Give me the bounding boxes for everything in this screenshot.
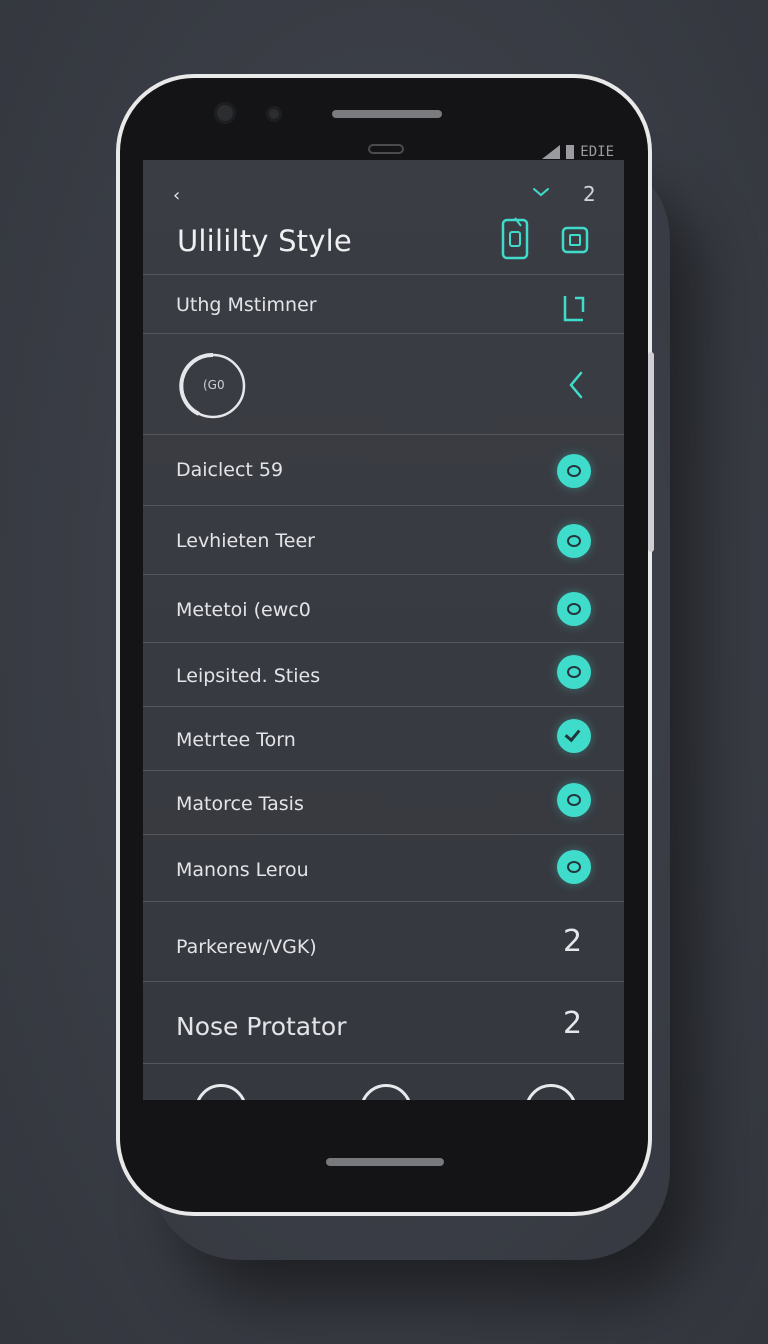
list-item-label: Leipsited. Sties (176, 665, 321, 687)
status-text: EDIE (580, 144, 614, 160)
battery-icon (566, 145, 575, 159)
list-item-value: 2 (563, 924, 583, 959)
list-item[interactable]: Leipsited. Sties (143, 643, 624, 707)
list-item[interactable]: Metetoi (ewc0 (143, 575, 624, 643)
list-item[interactable]: Daiclect 59 (143, 435, 624, 506)
app-header: ‹ 2 Ulililty Style (143, 160, 624, 275)
app-screen: ‹ 2 Ulililty Style Uthg Mstimner (G0 Dai… (143, 160, 624, 1100)
list-item-label: Matorce Tasis (176, 793, 304, 815)
list-item-label: Parkerew/VGK) (176, 936, 317, 958)
proximity-sensor-icon (266, 106, 282, 122)
list-item-label: Manons Lerou (176, 859, 309, 881)
nav-button-center[interactable] (360, 1084, 412, 1100)
list-item[interactable]: Nose Protator 2 (143, 982, 624, 1064)
signal-icon (542, 145, 561, 159)
list-item[interactable]: Manons Lerou (143, 835, 624, 902)
toggle-button[interactable] (557, 655, 591, 689)
list-item-label: Levhieten Teer (176, 530, 315, 552)
list-item-label: Nose Protator (176, 1012, 347, 1041)
nav-button-left[interactable] (195, 1084, 247, 1100)
list-item-label: Uthg Mstimner (176, 294, 317, 316)
toggle-button[interactable] (557, 592, 591, 626)
list-item[interactable]: Levhieten Teer (143, 506, 624, 575)
toggle-button[interactable] (557, 783, 591, 817)
page-title: Ulililty Style (177, 224, 352, 258)
list-item-label: Metrtee Torn (176, 729, 296, 751)
list-item[interactable]: Uthg Mstimner (143, 274, 624, 334)
side-button[interactable] (648, 352, 654, 552)
list-item-value: 2 (563, 1006, 583, 1041)
list-item-dial[interactable]: (G0 (143, 334, 624, 435)
status-bar: EDIE (542, 144, 614, 160)
toggle-button-checked[interactable] (557, 719, 591, 753)
device-icon[interactable] (501, 216, 529, 260)
toggle-button[interactable] (557, 524, 591, 558)
list-item-label: Daiclect 59 (176, 459, 284, 481)
list-item[interactable]: Matorce Tasis (143, 771, 624, 835)
chevron-left-icon[interactable] (567, 370, 585, 400)
front-camera-icon (214, 102, 236, 124)
toggle-button[interactable] (557, 454, 591, 488)
earpiece-speaker (332, 110, 442, 118)
list-item[interactable]: Parkerew/VGK) 2 (143, 902, 624, 982)
chevron-down-icon[interactable] (531, 182, 551, 202)
nav-button-right[interactable] (525, 1084, 577, 1100)
home-indicator[interactable] (326, 1158, 444, 1166)
sensor-slot (368, 144, 404, 154)
list-item[interactable]: Metrtee Torn (143, 707, 624, 771)
toggle-button[interactable] (557, 850, 591, 884)
dial-label: (G0 (203, 378, 225, 392)
header-counter[interactable]: 2 (583, 182, 596, 206)
square-icon[interactable] (561, 226, 589, 254)
back-chevron-icon[interactable]: ‹ (173, 187, 189, 205)
corner-bracket-icon[interactable] (561, 294, 587, 324)
list-item-label: Metetoi (ewc0 (176, 599, 311, 621)
bottom-nav (143, 1066, 624, 1100)
